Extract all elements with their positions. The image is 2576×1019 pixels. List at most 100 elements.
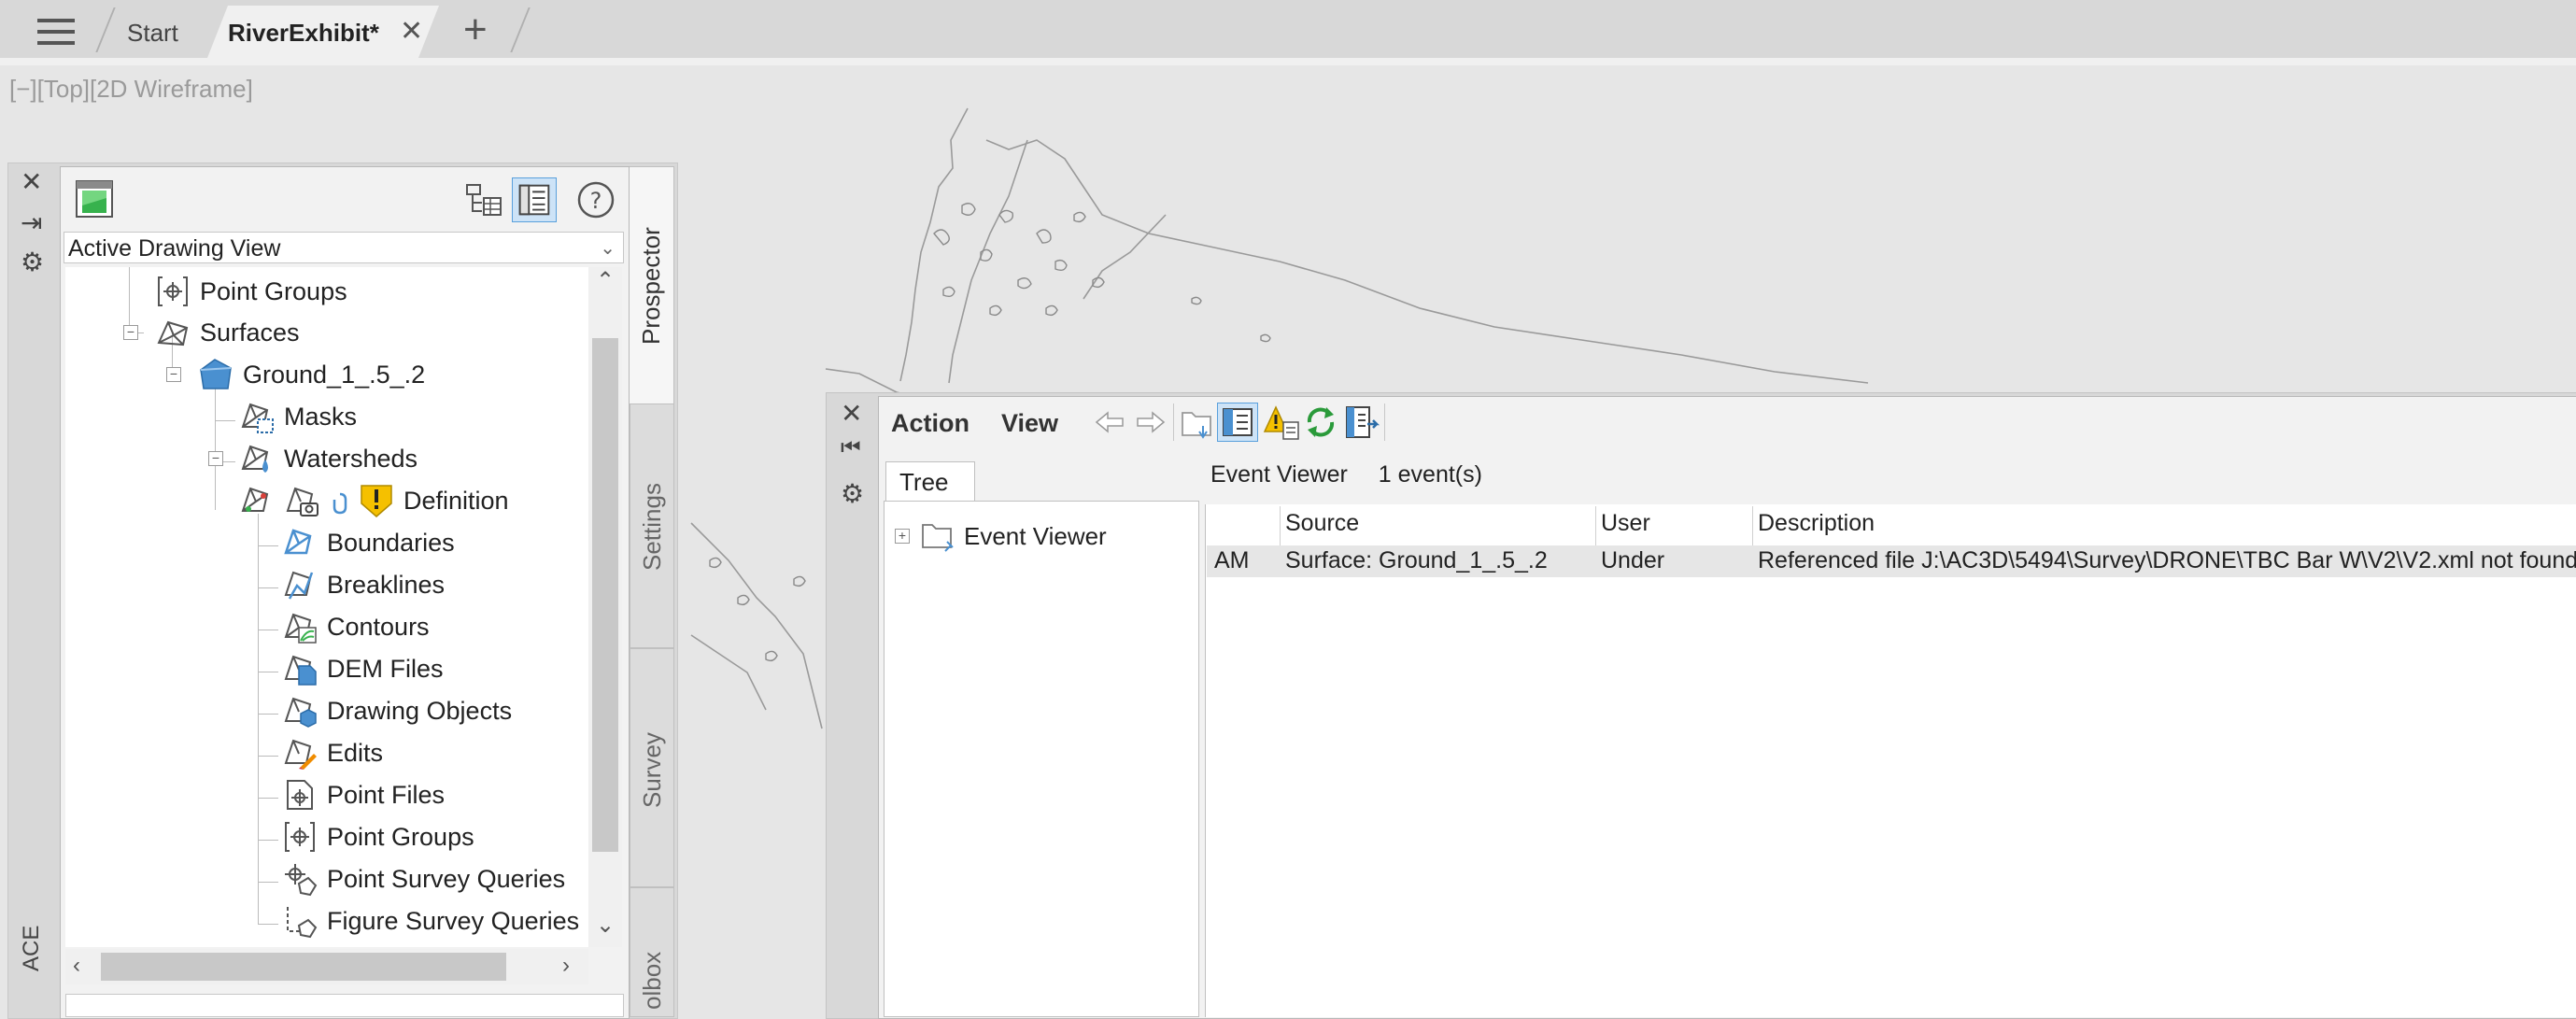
cell-source: Surface: Ground_1_.5_.2 bbox=[1285, 547, 1548, 573]
tree-item-surfaces[interactable]: Surfaces bbox=[155, 312, 300, 353]
tab-separator bbox=[95, 7, 116, 52]
scroll-down-icon[interactable]: ⌄ bbox=[596, 912, 615, 939]
cell-user: Under bbox=[1601, 547, 1665, 573]
surfaces-icon bbox=[157, 320, 189, 347]
tree-item-definition[interactable]: Definition bbox=[239, 480, 509, 521]
contours-icon bbox=[284, 613, 317, 644]
tab-tree[interactable]: Tree bbox=[885, 461, 975, 501]
menu-view[interactable]: View bbox=[1001, 409, 1058, 438]
event-count: 1 event(s) bbox=[1378, 461, 1482, 488]
masks-icon bbox=[241, 403, 274, 433]
tree-item-watersheds[interactable]: Watersheds bbox=[239, 438, 418, 479]
tab-riverexhibit[interactable]: RiverExhibit* bbox=[228, 19, 379, 48]
tree-item-boundaries[interactable]: Boundaries bbox=[282, 522, 455, 563]
column-header-user[interactable]: User bbox=[1601, 510, 1650, 537]
definition-surface-icon bbox=[241, 487, 269, 512]
viewport-controls-label[interactable]: [−][Top][2D Wireframe] bbox=[9, 75, 253, 104]
scroll-up-icon[interactable]: ⌃ bbox=[596, 267, 615, 294]
point-groups-icon bbox=[285, 822, 315, 852]
toolspace-icon[interactable] bbox=[73, 177, 118, 222]
tree-item-breaklines[interactable]: Breaklines bbox=[282, 564, 445, 605]
view-dropdown[interactable]: Active Drawing View ⌄ bbox=[64, 232, 624, 263]
column-divider[interactable] bbox=[1280, 506, 1281, 545]
chevron-down-icon: ⌄ bbox=[600, 238, 616, 259]
event-viewer-header: Event Viewer 1 event(s) bbox=[1210, 461, 1507, 488]
dock-icon[interactable]: ⏮ bbox=[841, 435, 861, 461]
close-palette-icon[interactable]: ✕ bbox=[21, 166, 42, 197]
tree-item-edits[interactable]: Edits bbox=[282, 732, 383, 773]
refresh-icon[interactable] bbox=[1302, 403, 1339, 441]
palette-title-label: ACE bbox=[19, 925, 44, 971]
clear-events-icon[interactable] bbox=[1263, 403, 1300, 441]
definition-icon bbox=[361, 485, 392, 517]
breaklines-icon bbox=[284, 571, 314, 600]
tree-item-masks[interactable]: Masks bbox=[239, 396, 357, 437]
expand-toggle[interactable]: + bbox=[895, 529, 910, 544]
tree-item-point-groups[interactable]: Point Groups bbox=[155, 271, 347, 312]
item-view-toggle-icon[interactable] bbox=[461, 177, 506, 222]
tab-underline bbox=[0, 58, 2576, 65]
new-tab-icon[interactable]: + bbox=[463, 9, 488, 50]
up-one-level-icon[interactable] bbox=[1179, 403, 1216, 441]
point-files-icon bbox=[287, 780, 313, 810]
toolbar-divider bbox=[1384, 403, 1385, 441]
list-view-icon[interactable] bbox=[512, 177, 557, 222]
show-tree-icon[interactable] bbox=[1217, 403, 1258, 442]
collapse-surface-toggle[interactable]: − bbox=[166, 367, 181, 382]
collapse-definition-toggle[interactable]: − bbox=[208, 451, 223, 466]
tree-item-point-survey-queries[interactable]: Point Survey Queries bbox=[282, 858, 565, 899]
tree-vertical-scrollbar[interactable]: ⌃ ⌄ bbox=[588, 267, 622, 947]
snapshot-icon bbox=[286, 487, 318, 517]
toolbar-divider bbox=[1173, 403, 1174, 441]
dem-files-icon bbox=[284, 655, 317, 686]
tab-settings[interactable]: Settings bbox=[630, 403, 674, 648]
tree-item-drawing-objects[interactable]: Drawing Objects bbox=[282, 690, 512, 731]
tree-item-contours[interactable]: Contours bbox=[282, 606, 430, 647]
folder-icon bbox=[922, 524, 954, 552]
close-tab-icon[interactable]: ✕ bbox=[400, 15, 423, 48]
tree-item-ground-surface[interactable]: Ground_1_.5_.2 bbox=[198, 354, 425, 395]
tree-item-point-files[interactable]: Point Files bbox=[282, 774, 445, 815]
tab-start[interactable]: Start bbox=[127, 19, 178, 48]
horizontal-scroll-thumb[interactable] bbox=[101, 953, 506, 981]
svg-text:?: ? bbox=[590, 188, 602, 214]
tree-horizontal-scrollbar[interactable]: ‹ › bbox=[65, 949, 588, 984]
column-header-description[interactable]: Description bbox=[1758, 510, 1875, 537]
back-forward-icon[interactable] bbox=[1093, 403, 1168, 441]
point-groups-icon bbox=[158, 276, 188, 306]
link-icon bbox=[333, 492, 347, 515]
column-divider[interactable] bbox=[1752, 506, 1753, 545]
column-header-source[interactable]: Source bbox=[1285, 510, 1359, 537]
figure-survey-queries-icon bbox=[287, 907, 318, 939]
vertical-scroll-thumb[interactable] bbox=[592, 338, 618, 852]
settings-icon[interactable]: ⚙ bbox=[841, 478, 864, 509]
tab-separator bbox=[510, 7, 531, 52]
settings-icon[interactable]: ⚙ bbox=[21, 247, 44, 277]
scroll-left-icon[interactable]: ‹ bbox=[73, 953, 80, 979]
hamburger-icon[interactable] bbox=[37, 19, 75, 47]
help-icon[interactable]: ? bbox=[573, 177, 618, 222]
watersheds-icon bbox=[241, 445, 269, 473]
menu-action[interactable]: Action bbox=[891, 409, 970, 438]
cell-description: Referenced file J:\AC3D\5494\Survey\DRON… bbox=[1758, 547, 2576, 573]
dock-icon[interactable]: ⇥ bbox=[21, 207, 42, 238]
tree-item-figure-survey-queries[interactable]: Figure Survey Queries bbox=[282, 900, 579, 941]
document-tab-bar: Start RiverExhibit* ✕ + bbox=[0, 0, 2576, 65]
drawing-objects-icon bbox=[284, 697, 317, 728]
tree-item-point-groups-sub[interactable]: Point Groups bbox=[282, 816, 474, 857]
tab-toolbox[interactable]: olbox bbox=[630, 887, 674, 1017]
close-event-viewer-icon[interactable]: ✕ bbox=[841, 398, 862, 429]
cell-time: AM bbox=[1214, 547, 1250, 573]
column-divider[interactable] bbox=[1595, 506, 1596, 545]
events-table bbox=[1205, 504, 2576, 1017]
scroll-right-icon[interactable]: › bbox=[562, 953, 570, 979]
edits-icon bbox=[284, 739, 317, 770]
event-viewer-title: Event Viewer bbox=[1210, 461, 1348, 488]
view-dropdown-value: Active Drawing View bbox=[68, 235, 281, 262]
tab-survey[interactable]: Survey bbox=[630, 648, 674, 887]
collapse-surfaces-toggle[interactable]: − bbox=[123, 325, 138, 340]
boundaries-icon bbox=[284, 529, 312, 555]
tree-item-dem-files[interactable]: DEM Files bbox=[282, 648, 444, 689]
tree-item-event-viewer[interactable]: + Event Viewer bbox=[895, 519, 1107, 553]
export-log-icon[interactable] bbox=[1341, 403, 1380, 441]
